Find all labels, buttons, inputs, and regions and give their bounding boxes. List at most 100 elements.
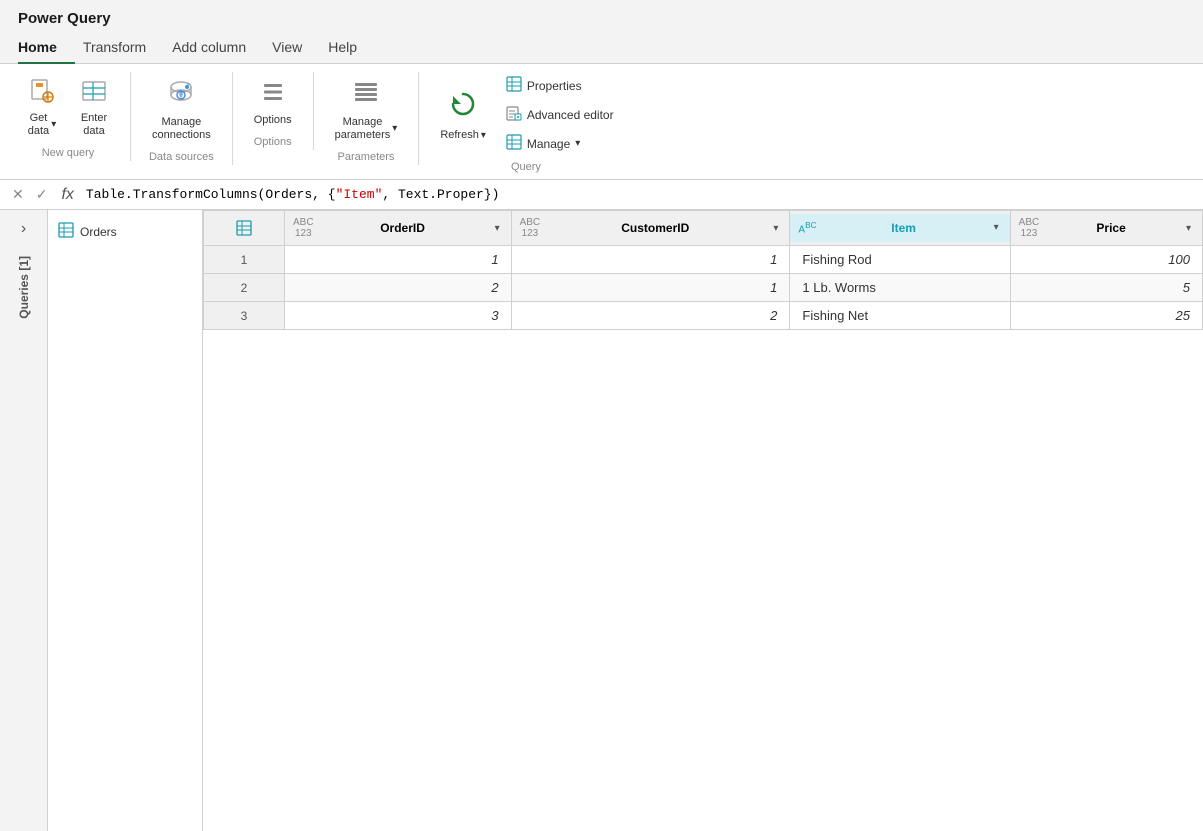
order-id-type: ABC123 bbox=[293, 217, 314, 239]
get-data-icon bbox=[28, 77, 56, 110]
options-icon bbox=[258, 77, 288, 112]
row-num-header bbox=[204, 211, 285, 246]
manage-label: Manage bbox=[527, 137, 570, 151]
options-label: Options bbox=[254, 114, 292, 127]
properties-label: Properties bbox=[527, 79, 582, 93]
formula-controls: ✕ ✓ fx bbox=[8, 184, 80, 205]
ribbon-group-data-sources: Manage connections Data sources bbox=[131, 72, 233, 165]
price-type: ABC123 bbox=[1019, 217, 1040, 239]
customer-id-type: ABC123 bbox=[520, 217, 541, 239]
item-name: Item bbox=[821, 221, 987, 235]
tab-help[interactable]: Help bbox=[328, 31, 375, 63]
query-side-items: Properties Advanced bbox=[499, 72, 621, 157]
ribbon-group-parameters: Manage parameters ▾ Parameters bbox=[314, 72, 420, 165]
main-area: › Queries [1] Orders bbox=[0, 210, 1203, 831]
row-2-customer-id: 1 bbox=[511, 274, 790, 302]
order-id-dropdown[interactable]: ▾ bbox=[492, 222, 503, 235]
customer-id-header: ABC123 CustomerID ▾ bbox=[511, 211, 790, 246]
tab-add-column[interactable]: Add column bbox=[172, 31, 264, 63]
manage-button[interactable]: Manage ▾ bbox=[499, 130, 621, 157]
properties-button[interactable]: Properties bbox=[499, 72, 621, 99]
refresh-label: Refresh ▾ bbox=[440, 129, 486, 142]
tab-home[interactable]: Home bbox=[18, 31, 75, 63]
item-type: ABC bbox=[798, 220, 816, 235]
enter-data-button[interactable]: Enter data bbox=[70, 72, 118, 143]
get-data-label: Get data ▾ bbox=[28, 112, 56, 138]
data-grid[interactable]: ABC123 OrderID ▾ ABC123 CustomerID ▾ bbox=[203, 210, 1203, 831]
refresh-icon bbox=[445, 86, 481, 127]
options-group-label: Options bbox=[245, 132, 301, 150]
manage-parameters-button[interactable]: Manage parameters ▾ bbox=[326, 72, 407, 147]
row-1-price: 100 bbox=[1010, 246, 1202, 274]
row-3-customer-id: 2 bbox=[511, 302, 790, 330]
manage-parameters-label: Manage parameters ▾ bbox=[335, 116, 398, 142]
table-row: 3 3 2 Fishing Net 25 bbox=[204, 302, 1203, 330]
row-3-order-id: 3 bbox=[285, 302, 512, 330]
fx-label: fx bbox=[61, 186, 73, 204]
item-header: ABC Item ▾ bbox=[790, 211, 1010, 246]
query-item-label: Orders bbox=[80, 225, 117, 239]
row-1-item: Fishing Rod bbox=[790, 246, 1010, 274]
app-title: Power Query bbox=[0, 0, 1203, 27]
enter-data-icon bbox=[80, 77, 108, 110]
advanced-editor-button[interactable]: Advanced editor bbox=[499, 101, 621, 128]
tab-transform[interactable]: Transform bbox=[83, 31, 164, 63]
properties-icon bbox=[506, 76, 522, 95]
row-1-num: 1 bbox=[204, 246, 285, 274]
ribbon-group-options: Options Options bbox=[233, 72, 314, 150]
refresh-dropdown-icon: ▾ bbox=[481, 130, 486, 142]
table-row: 2 2 1 1 Lb. Worms 5 bbox=[204, 274, 1203, 302]
table-header-row: ABC123 OrderID ▾ ABC123 CustomerID ▾ bbox=[204, 211, 1203, 246]
query-group-label: Query bbox=[431, 157, 620, 175]
collapse-sidebar-button[interactable]: › bbox=[21, 220, 26, 238]
tab-view[interactable]: View bbox=[272, 31, 320, 63]
queries-sidebar-label: Queries [1] bbox=[17, 256, 31, 319]
get-data-dropdown-icon: ▾ bbox=[51, 119, 56, 131]
query-table-icon bbox=[58, 222, 74, 241]
row-1-customer-id: 1 bbox=[511, 246, 790, 274]
data-sources-label: Data sources bbox=[143, 147, 220, 165]
parameters-group-label: Parameters bbox=[326, 147, 407, 165]
queries-panel: Orders bbox=[48, 210, 203, 831]
row-1-order-id: 1 bbox=[285, 246, 512, 274]
ribbon-group-query: Refresh ▾ Properties bbox=[419, 72, 632, 175]
row-3-num: 3 bbox=[204, 302, 285, 330]
advanced-editor-icon bbox=[506, 105, 522, 124]
ribbon: Get data ▾ Enter data New query bbox=[0, 64, 1203, 180]
row-2-order-id: 2 bbox=[285, 274, 512, 302]
ribbon-group-new-query: Get data ▾ Enter data New query bbox=[18, 72, 131, 161]
data-table: ABC123 OrderID ▾ ABC123 CustomerID ▾ bbox=[203, 210, 1203, 330]
manage-icon bbox=[506, 134, 522, 153]
manage-parameters-icon bbox=[350, 77, 382, 114]
refresh-button[interactable]: Refresh ▾ bbox=[431, 81, 495, 147]
row-2-item: 1 Lb. Worms bbox=[790, 274, 1010, 302]
queries-panel-item[interactable]: Orders bbox=[48, 216, 202, 247]
manage-connections-button[interactable]: Manage connections bbox=[143, 72, 220, 147]
customer-id-name: CustomerID bbox=[544, 221, 766, 235]
price-dropdown[interactable]: ▾ bbox=[1183, 222, 1194, 235]
left-sidebar: › Queries [1] bbox=[0, 210, 48, 831]
item-dropdown[interactable]: ▾ bbox=[991, 221, 1002, 234]
cancel-formula-button[interactable]: ✕ bbox=[8, 184, 28, 205]
manage-params-dropdown-icon: ▾ bbox=[392, 123, 397, 135]
order-id-header: ABC123 OrderID ▾ bbox=[285, 211, 512, 246]
manage-connections-icon bbox=[165, 77, 197, 114]
options-button[interactable]: Options bbox=[245, 72, 301, 132]
confirm-formula-button[interactable]: ✓ bbox=[32, 184, 52, 205]
row-3-price: 25 bbox=[1010, 302, 1202, 330]
formula-bar: ✕ ✓ fx Table.TransformColumns(Orders, {"… bbox=[0, 180, 1203, 210]
price-header: ABC123 Price ▾ bbox=[1010, 211, 1202, 246]
get-data-button[interactable]: Get data ▾ bbox=[18, 72, 66, 143]
tab-bar: Home Transform Add column View Help bbox=[0, 31, 1203, 64]
row-2-num: 2 bbox=[204, 274, 285, 302]
row-2-price: 5 bbox=[1010, 274, 1202, 302]
manage-connections-label: Manage connections bbox=[152, 116, 211, 142]
enter-data-label: Enter data bbox=[81, 112, 107, 138]
table-row: 1 1 1 Fishing Rod 100 bbox=[204, 246, 1203, 274]
customer-id-dropdown[interactable]: ▾ bbox=[770, 222, 781, 235]
formula-text[interactable]: Table.TransformColumns(Orders, {"Item", … bbox=[86, 187, 1195, 202]
row-3-item: Fishing Net bbox=[790, 302, 1010, 330]
advanced-editor-label: Advanced editor bbox=[527, 108, 614, 122]
new-query-label: New query bbox=[18, 143, 118, 161]
order-id-name: OrderID bbox=[318, 221, 488, 235]
